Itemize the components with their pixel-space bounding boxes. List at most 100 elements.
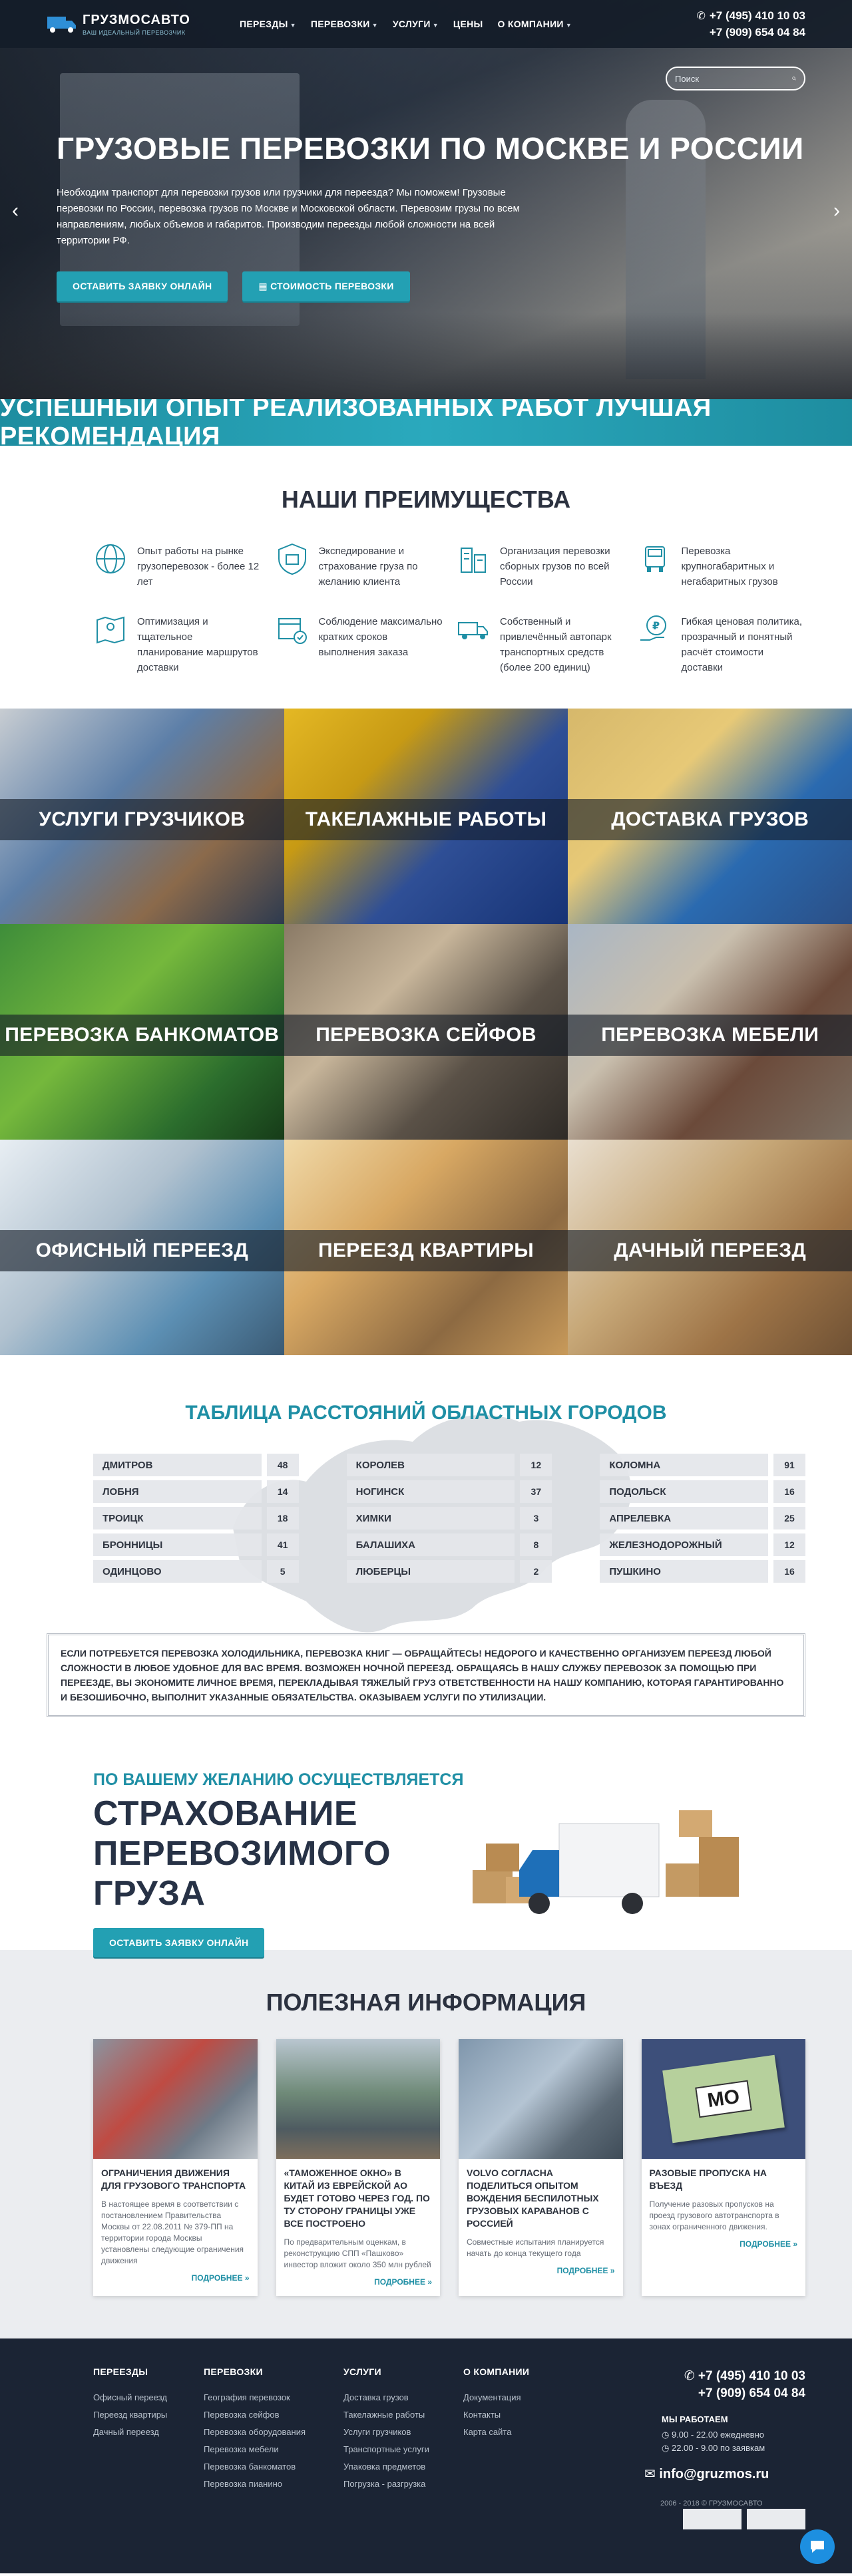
search-input[interactable]	[675, 73, 792, 84]
search-icon[interactable]	[792, 73, 796, 84]
distance-column: Коломна 91 Подольск 16 Апрелевка 25 Железно…	[600, 1454, 806, 1587]
nav-moves[interactable]: ПЕРЕЗДЫ ▼	[240, 19, 296, 29]
news-image-trucks	[459, 2039, 623, 2159]
news-card[interactable]: «ТАМОЖЕННОЕ ОКНО» В КИТАЙ ИЗ ЕВРЕЙСКОЙ А…	[276, 2039, 440, 2296]
clock-icon: ◷	[662, 2443, 672, 2453]
advantage-item: Оптимизация и тщательное планирование ма…	[93, 612, 262, 675]
advantages-section: НАШИ ПРЕИМУЩЕСТВА Опыт работы на рынке г…	[0, 446, 852, 709]
van-boxes-icon	[473, 1810, 739, 1914]
order-online-button[interactable]: ОСТАВИТЬ ЗАЯВКУ ОНЛАЙН	[57, 271, 228, 301]
slider-prev-arrow-icon[interactable]: ‹	[12, 200, 19, 222]
chevron-down-icon: ▼	[432, 22, 439, 29]
footer-link[interactable]: Погрузка - разгрузка	[343, 2476, 463, 2493]
tile-dacha-move[interactable]: ДАЧНЫЙ ПЕРЕЕЗД	[568, 1140, 852, 1355]
header-phone-2[interactable]: +7 (909) 654 04 84	[696, 25, 805, 41]
globe-icon	[96, 544, 125, 573]
footer-link[interactable]: Документация	[463, 2389, 574, 2406]
tile-apartment-move[interactable]: ПЕРЕЕЗД КВАРТИРЫ	[284, 1140, 568, 1355]
footer-link[interactable]: Такелажные работы	[343, 2406, 463, 2424]
footer-link[interactable]: Услуги грузчиков	[343, 2424, 463, 2441]
hero-slider: ‹ › ГРУЗОВЫЕ ПЕРЕВОЗКИ ПО МОСКВЕ И РОССИ…	[0, 0, 852, 399]
useful-info-section: ПОЛЕЗНАЯ ИНФОРМАЦИЯ ОГРАНИЧЕНИЯ ДВИЖЕНИЯ…	[0, 1950, 852, 2338]
search-box	[666, 67, 805, 90]
tile-rigging[interactable]: ТАКЕЛАЖНЫЕ РАБОТЫ	[284, 709, 568, 924]
svg-text:₽: ₽	[652, 619, 660, 632]
footer-link[interactable]: Перевозка мебели	[204, 2441, 343, 2458]
footer-link[interactable]: Перевозка пианино	[204, 2476, 343, 2493]
counter-badge[interactable]	[747, 2509, 805, 2529]
read-more-link[interactable]: ПОДРОБНЕЕ »	[101, 2273, 250, 2283]
advantage-item: Организация перевозки сборных грузов по …	[456, 542, 624, 589]
nav-services[interactable]: УСЛУГИ ▼	[393, 19, 439, 29]
truck-front-icon	[644, 546, 665, 572]
footer-link[interactable]: Офисный переезд	[93, 2389, 204, 2406]
hero-title: ГРУЗОВЫЕ ПЕРЕВОЗКИ ПО МОСКВЕ И РОССИИ	[57, 131, 804, 166]
distance-table-section: ТАБЛИЦА РАССТОЯНИЙ ОБЛАСТНЫХ ГОРОДОВ Дми…	[0, 1355, 852, 1757]
insurance-section: ПО ВАШЕМУ ЖЕЛАНИЮ ОСУЩЕСТВЛЯЕТСЯ СТРАХОВ…	[47, 1770, 805, 1957]
logo[interactable]: ГРУЗМОСАВТО ВАШ ИДЕАЛЬНЫЙ ПЕРЕВОЗЧИК	[47, 13, 240, 36]
distance-row: Дмитров 48	[93, 1454, 299, 1476]
chat-widget-button[interactable]	[800, 2529, 835, 2564]
distance-row: Лобня 14	[93, 1480, 299, 1503]
nav-company[interactable]: О КОМПАНИИ ▼	[498, 19, 572, 29]
news-card[interactable]: МО РАЗОВЫЕ ПРОПУСКА НА ВЪЕЗД Получение р…	[641, 2039, 805, 2296]
tile-safe-transport[interactable]: ПЕРЕВОЗКА СЕЙФОВ	[284, 924, 568, 1140]
tile-delivery[interactable]: ДОСТАВКА ГРУЗОВ	[568, 709, 852, 924]
site-footer: ПЕРЕЕЗДЫ Офисный переезд Переезд квартир…	[0, 2338, 852, 2573]
tile-office-move[interactable]: ОФИСНЫЙ ПЕРЕЕЗД	[0, 1140, 284, 1355]
footer-link[interactable]: Транспортные услуги	[343, 2441, 463, 2458]
insurance-subtitle: ПО ВАШЕМУ ЖЕЛАНИЮ ОСУЩЕСТВЛЯЕТСЯ	[93, 1770, 464, 1789]
map-pin-icon	[97, 616, 124, 644]
distance-row: Королев 12	[346, 1454, 552, 1476]
distance-row: Троицк 18	[93, 1507, 299, 1530]
tile-atm-transport[interactable]: ПЕРЕВОЗКА БАНКОМАТОВ	[0, 924, 284, 1140]
tile-loaders[interactable]: УСЛУГИ ГРУЗЧИКОВ	[0, 709, 284, 924]
nav-prices[interactable]: ЦЕНЫ	[453, 19, 483, 29]
price-button[interactable]: ▦ СТОИМОСТЬ ПЕРЕВОЗКИ	[242, 271, 410, 301]
news-card[interactable]: ОГРАНИЧЕНИЯ ДВИЖЕНИЯ ДЛЯ ГРУЗОВОГО ТРАНС…	[93, 2039, 258, 2296]
header-phone-1[interactable]: ✆ +7 (495) 410 10 03	[696, 8, 805, 25]
distance-row: Коломна 91	[600, 1454, 806, 1476]
counter-badge[interactable]	[683, 2509, 742, 2529]
advantages-grid: Опыт работы на рынке грузоперевозок - бо…	[47, 542, 805, 675]
insurance-order-button[interactable]: ОСТАВИТЬ ЗАЯВКУ ОНЛАЙН	[93, 1927, 265, 1957]
news-image-customs	[276, 2039, 440, 2159]
slider-next-arrow-icon[interactable]: ›	[833, 200, 840, 222]
footer-contacts: ✆ +7 (495) 410 10 03 +7 (909) 654 04 84 …	[639, 2368, 805, 2507]
footer-link[interactable]: Карта сайта	[463, 2424, 574, 2441]
calendar-check-icon	[278, 618, 307, 644]
footer-link[interactable]: Перевозка банкоматов	[204, 2458, 343, 2476]
read-more-link[interactable]: ПОДРОБНЕЕ »	[284, 2277, 432, 2287]
distance-table-title: ТАБЛИЦА РАССТОЯНИЙ ОБЛАСТНЫХ ГОРОДОВ	[185, 1402, 667, 1424]
footer-phone-1[interactable]: ✆ +7 (495) 410 10 03	[639, 2368, 805, 2385]
footer-link[interactable]: Переезд квартиры	[93, 2406, 204, 2424]
advantage-item: Экспедирование и страхование груза по же…	[275, 542, 443, 589]
news-card[interactable]: VOLVO СОГЛАСНА ПОДЕЛИТЬСЯ ОПЫТОМ ВОЖДЕНИ…	[459, 2039, 623, 2296]
nav-transport[interactable]: ПЕРЕВОЗКИ ▼	[311, 19, 378, 29]
experience-banner: УСПЕШНЫЙ ОПЫТ РЕАЛИЗОВАННЫХ РАБОТ ЛУЧШАЯ…	[0, 394, 852, 450]
distance-row: Одинцово 5	[93, 1560, 299, 1583]
distance-row: Бронницы 41	[93, 1533, 299, 1556]
footer-link[interactable]: География перевозок	[204, 2389, 343, 2406]
distance-column: Дмитров 48 Лобня 14 Троицк 18 Бронницы 41 Од…	[93, 1454, 299, 1587]
read-more-link[interactable]: ПОДРОБНЕЕ »	[650, 2239, 797, 2249]
tile-furniture-transport[interactable]: ПЕРЕВОЗКА МЕБЕЛИ	[568, 924, 852, 1140]
footer-link[interactable]: Упаковка предметов	[343, 2458, 463, 2476]
footer-link[interactable]: Перевозка сейфов	[204, 2406, 343, 2424]
site-header: ГРУЗМОСАВТО ВАШ ИДЕАЛЬНЫЙ ПЕРЕВОЗЧИК ПЕР…	[0, 0, 852, 48]
footer-phone-2[interactable]: +7 (909) 654 04 84	[639, 2385, 805, 2402]
building-icon	[461, 548, 486, 573]
footer-link[interactable]: Перевозка оборудования	[204, 2424, 343, 2441]
chat-bubble-icon	[811, 2541, 824, 2553]
distance-row: Железнодорожный 12	[600, 1533, 806, 1556]
clock-icon: ◷	[662, 2430, 672, 2440]
footer-email[interactable]: ✉ info@gruzmos.ru	[639, 2466, 805, 2482]
footer-link[interactable]: Доставка грузов	[343, 2389, 463, 2406]
advantage-item: Соблюдение максимально кратких сроков вы…	[275, 612, 443, 675]
pass-sign-label: МО	[694, 2080, 752, 2118]
distance-columns: Дмитров 48 Лобня 14 Троицк 18 Бронницы 41 Од…	[47, 1454, 806, 1587]
footer-link[interactable]: Дачный переезд	[93, 2424, 204, 2441]
read-more-link[interactable]: ПОДРОБНЕЕ »	[467, 2266, 615, 2275]
hero-buttons: ОСТАВИТЬ ЗАЯВКУ ОНЛАЙН ▦ СТОИМОСТЬ ПЕРЕВ…	[57, 271, 410, 301]
footer-link[interactable]: Контакты	[463, 2406, 574, 2424]
